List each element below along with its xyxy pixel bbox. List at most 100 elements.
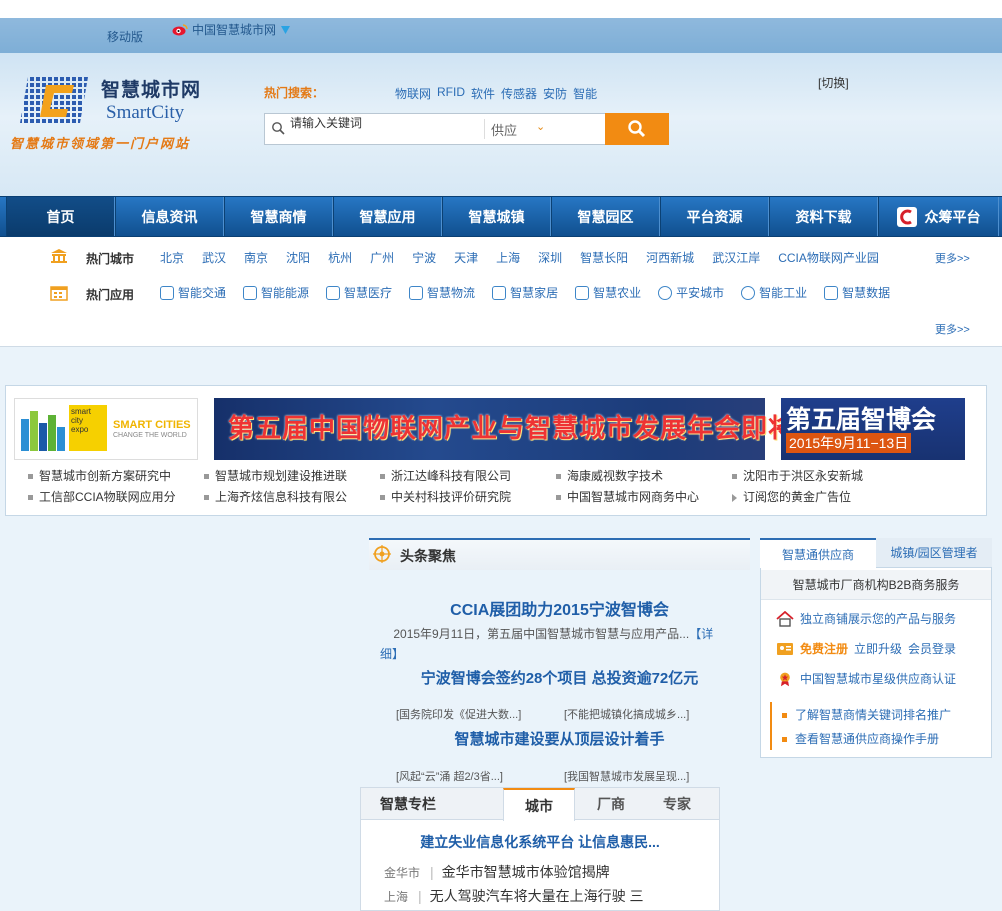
upgrade-link[interactable]: 立即升级 [854, 640, 902, 657]
city-link[interactable]: 智慧长阳 [580, 249, 628, 266]
site-slogan: 智慧城市领域第一门户网站 [10, 136, 191, 151]
city-link[interactable]: 宁波 [412, 249, 436, 266]
switch-link[interactable]: [切换] [818, 74, 849, 91]
keyword-ranking-link[interactable]: 了解智慧商情关键词排名推广 [782, 706, 951, 723]
city-link[interactable]: 武汉江岸 [712, 249, 760, 266]
hot-search-words: 物联网 RFID 软件 传感器 安防 智能 [395, 85, 597, 102]
hot-search-label: 热门搜索： [264, 86, 325, 100]
medical-icon [326, 285, 341, 300]
app-link-logistics[interactable]: 智慧物流 [409, 284, 475, 301]
row-text: 无人驾驶汽车将大量在上海行驶 三 [429, 888, 644, 904]
search-input[interactable]: 请输入关键词 [290, 114, 362, 131]
app-link-industry[interactable]: 智能工业 [741, 284, 807, 301]
city-link[interactable]: 武汉 [202, 249, 226, 266]
nav-home[interactable]: 首页 [6, 197, 115, 236]
cart-icon [409, 285, 424, 300]
hot-word[interactable]: RFID [437, 85, 465, 102]
city-link[interactable]: 河西新城 [646, 249, 694, 266]
city-link[interactable]: 北京 [160, 249, 184, 266]
headline-2[interactable]: 宁波智博会签约28个项目 总投资逾72亿元 [369, 667, 750, 688]
energy-icon [243, 285, 258, 300]
nav-crowdfunding[interactable]: 众筹平台 [878, 197, 999, 236]
home-icon [492, 285, 507, 300]
hot-apps-list: 智能交通 智能能源 智慧医疗 智慧物流 智慧家居 智慧农业 平安城市 智能工业 … [160, 284, 907, 301]
hot-word[interactable]: 安防 [543, 85, 567, 102]
more-cities-link[interactable]: 更多>> [935, 250, 970, 266]
login-link[interactable]: 会员登录 [908, 640, 956, 657]
tab-manager[interactable]: 城镇/园区管理者 [876, 538, 992, 568]
mobile-version-link[interactable]: 移动版 [107, 28, 143, 45]
ad-link[interactable]: 海康威视数字技术 [556, 467, 663, 484]
operation-manual-link[interactable]: 查看智慧通供应商操作手册 [782, 730, 939, 747]
tab-supplier[interactable]: 智慧通供应商 [760, 538, 876, 568]
tab-city[interactable]: 城市 [503, 788, 575, 821]
tab-vendor[interactable]: 厂商 [575, 788, 647, 820]
app-link-energy[interactable]: 智能能源 [243, 284, 309, 301]
city-link[interactable]: 上海 [496, 249, 520, 266]
sub-news-link[interactable]: [国务院印发《促进大数...] [396, 706, 521, 722]
ad-link[interactable]: 上海齐炫信息科技有限公 [204, 488, 347, 505]
hot-word[interactable]: 智能 [573, 85, 597, 102]
app-label: 智慧物流 [427, 286, 476, 300]
app-link-traffic[interactable]: 智能交通 [160, 284, 226, 301]
more-apps-link[interactable]: 更多>> [935, 321, 970, 337]
headline-1[interactable]: CCIA展团助力2015宁波智博会 [369, 596, 750, 620]
summary-text: 2015年9月11日，第五届中国智慧城市智慧与应用产品... [393, 627, 690, 641]
certification-text: 中国智慧城市星级供应商认证 [800, 672, 957, 686]
nav-business[interactable]: 智慧商情 [224, 197, 333, 236]
column-row[interactable]: 上海 | 无人驾驶汽车将大量在上海行驶 三 [384, 886, 644, 906]
city-link[interactable]: 深圳 [538, 249, 562, 266]
app-link-home[interactable]: 智慧家居 [492, 284, 558, 301]
app-link-safe-city[interactable]: 平安城市 [658, 284, 724, 301]
weibo-link[interactable]: 中国智慧城市网 [172, 21, 291, 38]
sub-news-link[interactable]: [我国智慧城市发展呈现...] [564, 768, 689, 784]
chevron-down-icon[interactable]: ⌄ [536, 120, 545, 133]
city-link[interactable]: 南京 [244, 249, 268, 266]
city-link[interactable]: 广州 [370, 249, 394, 266]
ad-link[interactable]: 浙江达峰科技有限公司 [380, 467, 511, 484]
id-card-icon [777, 642, 793, 655]
expo-5th-title: 第五届智博会 [786, 406, 937, 434]
ad-link[interactable]: 智慧城市创新方案研究中 [28, 467, 171, 484]
shop-row[interactable]: 独立商铺展示您的产品与服务 [776, 610, 956, 627]
smart-cities-expo-ad[interactable]: smart city expo SMART CITIES CHANGE THE … [14, 398, 198, 460]
register-row: 免费注册 立即升级 会员登录 [776, 640, 956, 657]
app-link-data[interactable]: 智慧数据 [824, 284, 890, 301]
nav-resources[interactable]: 平台资源 [660, 197, 769, 236]
ad-link[interactable]: 中国智慧城市网商务中心 [556, 488, 699, 505]
free-register-link[interactable]: 免费注册 [800, 640, 848, 657]
city-link[interactable]: 杭州 [328, 249, 352, 266]
tab-expert[interactable]: 专家 [641, 788, 713, 820]
nav-parks[interactable]: 智慧园区 [551, 197, 660, 236]
city-link[interactable]: 天津 [454, 249, 478, 266]
headline-3[interactable]: 智慧城市建设要从顶层设计着手 [369, 728, 750, 749]
search-button[interactable] [605, 113, 669, 145]
ad-link[interactable]: 沈阳市于洪区永安新城 [732, 467, 863, 484]
certification-row[interactable]: 中国智慧城市星级供应商认证 [776, 670, 956, 687]
site-name: 智慧城市网 [101, 80, 202, 101]
building-icon [51, 249, 67, 263]
hot-word[interactable]: 传感器 [501, 85, 537, 102]
ad-link[interactable]: 中关村科技评价研究院 [380, 488, 511, 505]
hot-word[interactable]: 软件 [471, 85, 495, 102]
annual-conference-text: 第五届中国物联网产业与智慧城市发展年会即将开幕 [228, 413, 850, 443]
column-row[interactable]: 金华市 | 金华市智慧城市体验馆揭牌 [384, 862, 610, 882]
nav-downloads[interactable]: 资料下载 [769, 197, 878, 236]
sub-news-link[interactable]: [不能把城镇化搞成城乡...] [564, 706, 689, 722]
column-headline[interactable]: 建立失业信息化系统平台 让信息惠民... [360, 832, 720, 852]
hot-word[interactable]: 物联网 [395, 85, 431, 102]
nav-towns[interactable]: 智慧城镇 [442, 197, 551, 236]
ad-link[interactable]: 智慧城市规划建设推进联 [204, 467, 347, 484]
search-type-select[interactable]: 供应 [491, 120, 517, 139]
app-link-agriculture[interactable]: 智慧农业 [575, 284, 641, 301]
nav-applications[interactable]: 智慧应用 [333, 197, 442, 236]
weibo-icon [172, 24, 188, 36]
app-link-medical[interactable]: 智慧医疗 [326, 284, 392, 301]
nav-news[interactable]: 信息资讯 [115, 197, 224, 236]
smartcity-logo-icon[interactable] [18, 71, 90, 129]
sub-news-link[interactable]: [风起“云”涌 超2/3省...] [396, 768, 503, 784]
ad-subscribe-link[interactable]: 订阅您的黄金广告位 [732, 488, 851, 505]
city-link[interactable]: CCIA物联网产业园 [778, 249, 879, 266]
ad-link[interactable]: 工信部CCIA物联网应用分 [28, 488, 176, 505]
city-link[interactable]: 沈阳 [286, 249, 310, 266]
